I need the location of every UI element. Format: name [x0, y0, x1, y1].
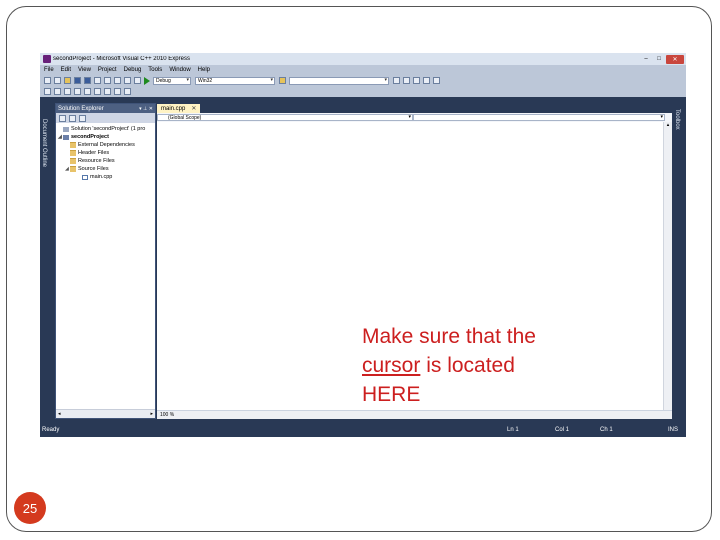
horizontal-scrollbar[interactable]: ◂ ▸ [56, 409, 155, 418]
menu-view[interactable]: View [78, 67, 91, 73]
toolbox-tab[interactable]: Toolbox [674, 109, 680, 130]
tree-item-main-cpp[interactable]: main.cpp [56, 173, 155, 181]
status-insert-mode: INS [668, 427, 679, 433]
bookmark-icon[interactable] [124, 88, 131, 95]
menu-project[interactable]: Project [98, 67, 117, 73]
new-project-icon[interactable] [44, 77, 51, 84]
open-file-icon[interactable] [64, 77, 71, 84]
display-object-member-list-icon[interactable] [44, 88, 51, 95]
find-combo[interactable] [289, 76, 389, 85]
tree-item-source-files[interactable]: ◢ Source Files [56, 165, 155, 173]
cpp-file-icon [82, 174, 88, 180]
solution-explorer-header: Solution Explorer ▾ ⊥ ✕ [56, 104, 155, 113]
folder-icon [70, 166, 76, 172]
right-side-tabs: Toolbox [672, 99, 686, 419]
copy-icon[interactable] [104, 77, 111, 84]
menu-file[interactable]: File [44, 67, 54, 73]
scope-dropdown[interactable]: (Global Scope) [157, 114, 413, 121]
menu-bar: File Edit View Project Debug Tools Windo… [40, 65, 686, 75]
close-tab-icon[interactable]: ✕ [191, 105, 196, 112]
platform-dropdown[interactable]: Win32 [195, 76, 275, 85]
callout-line-3: HERE [362, 383, 421, 406]
folder-icon [70, 158, 76, 164]
extension-manager-icon[interactable] [433, 77, 440, 84]
folder-icon [70, 150, 76, 156]
solution-explorer-title: Solution Explorer [58, 105, 104, 112]
increase-indent-icon[interactable] [94, 88, 101, 95]
maximize-button[interactable]: □ [653, 55, 665, 64]
parameter-info-icon[interactable] [54, 88, 61, 95]
toolbox-icon[interactable] [413, 77, 420, 84]
uncomment-icon[interactable] [114, 88, 121, 95]
tree-item-project[interactable]: ◢ secondProject [56, 133, 155, 141]
document-outline-tab[interactable]: Document Outline [41, 119, 47, 167]
add-item-icon[interactable] [54, 77, 61, 84]
window-title: secondProject - Microsoft Visual C++ 201… [53, 56, 190, 62]
cut-icon[interactable] [94, 77, 101, 84]
standard-toolbar: Debug Win32 [40, 75, 686, 86]
tab-main-cpp[interactable]: main.cpp ✕ [157, 104, 201, 113]
redo-icon[interactable] [134, 77, 141, 84]
properties-icon[interactable] [403, 77, 410, 84]
zoom-level[interactable]: 100 % [160, 412, 174, 418]
properties-icon[interactable] [59, 114, 66, 122]
solution-explorer-panel: Solution Explorer ▾ ⊥ ✕ Solution 'second… [55, 103, 156, 419]
scroll-left-icon[interactable]: ◂ [58, 411, 61, 417]
panel-pin-buttons[interactable]: ▾ ⊥ ✕ [139, 106, 153, 112]
slide-page-number: 25 [14, 492, 46, 524]
menu-help[interactable]: Help [198, 67, 210, 73]
cursor-instruction-callout: Make sure that the cursor is located HER… [362, 322, 536, 409]
scroll-right-icon[interactable]: ▸ [150, 411, 153, 417]
editor-zoom-bar: 100 % [157, 410, 672, 419]
start-debugging-icon[interactable] [144, 76, 150, 85]
word-completion-icon[interactable] [74, 88, 81, 95]
menu-debug[interactable]: Debug [124, 67, 142, 73]
minimize-button[interactable]: – [640, 55, 652, 64]
undo-icon[interactable] [124, 77, 131, 84]
tree-item-solution[interactable]: Solution 'secondProject' (1 pro [56, 125, 155, 133]
status-column: Col 1 [555, 427, 570, 433]
paste-icon[interactable] [114, 77, 121, 84]
find-in-files-icon[interactable] [279, 77, 286, 84]
project-icon [63, 134, 69, 140]
callout-line-2: cursor is located [362, 354, 515, 377]
save-icon[interactable] [74, 77, 81, 84]
status-char: Ch 1 [600, 427, 613, 433]
left-side-tabs: Document Outline [40, 99, 54, 419]
window-controls: – □ ✕ [640, 54, 684, 64]
folder-icon [70, 142, 76, 148]
save-all-icon[interactable] [84, 77, 91, 84]
member-dropdown[interactable] [413, 114, 665, 121]
scroll-up-icon[interactable]: ▴ [664, 122, 672, 128]
decrease-indent-icon[interactable] [84, 88, 91, 95]
title-bar: secondProject - Microsoft Visual C++ 201… [40, 53, 686, 65]
tree-item-header-files[interactable]: Header Files [56, 149, 155, 157]
show-all-files-icon[interactable] [69, 114, 76, 122]
callout-line-1: Make sure that the [362, 325, 536, 348]
status-line: Ln 1 [507, 427, 519, 433]
comment-out-icon[interactable] [104, 88, 111, 95]
solution-tree: Solution 'secondProject' (1 pro ◢ second… [56, 123, 155, 181]
close-button[interactable]: ✕ [666, 54, 684, 64]
refresh-icon[interactable] [79, 114, 86, 122]
solution-explorer-toolbar [56, 113, 155, 123]
status-bar: Ready Ln 1 Col 1 Ch 1 INS [40, 423, 686, 437]
status-ready: Ready [42, 427, 60, 433]
configuration-dropdown[interactable]: Debug [153, 76, 191, 85]
menu-window[interactable]: Window [169, 67, 190, 73]
solution-icon [63, 126, 69, 132]
document-tabs: main.cpp ✕ [157, 103, 672, 113]
start-page-icon[interactable] [423, 77, 430, 84]
visual-studio-icon [43, 55, 51, 63]
menu-edit[interactable]: Edit [61, 67, 71, 73]
callout-underlined-word: cursor [362, 354, 421, 377]
solution-explorer-icon[interactable] [393, 77, 400, 84]
vertical-scrollbar[interactable]: ▴ [663, 122, 672, 410]
text-editor-toolbar [40, 86, 686, 97]
quick-info-icon[interactable] [64, 88, 71, 95]
menu-tools[interactable]: Tools [148, 67, 162, 73]
tree-item-external-dependencies[interactable]: External Dependencies [56, 141, 155, 149]
tree-item-resource-files[interactable]: Resource Files [56, 157, 155, 165]
